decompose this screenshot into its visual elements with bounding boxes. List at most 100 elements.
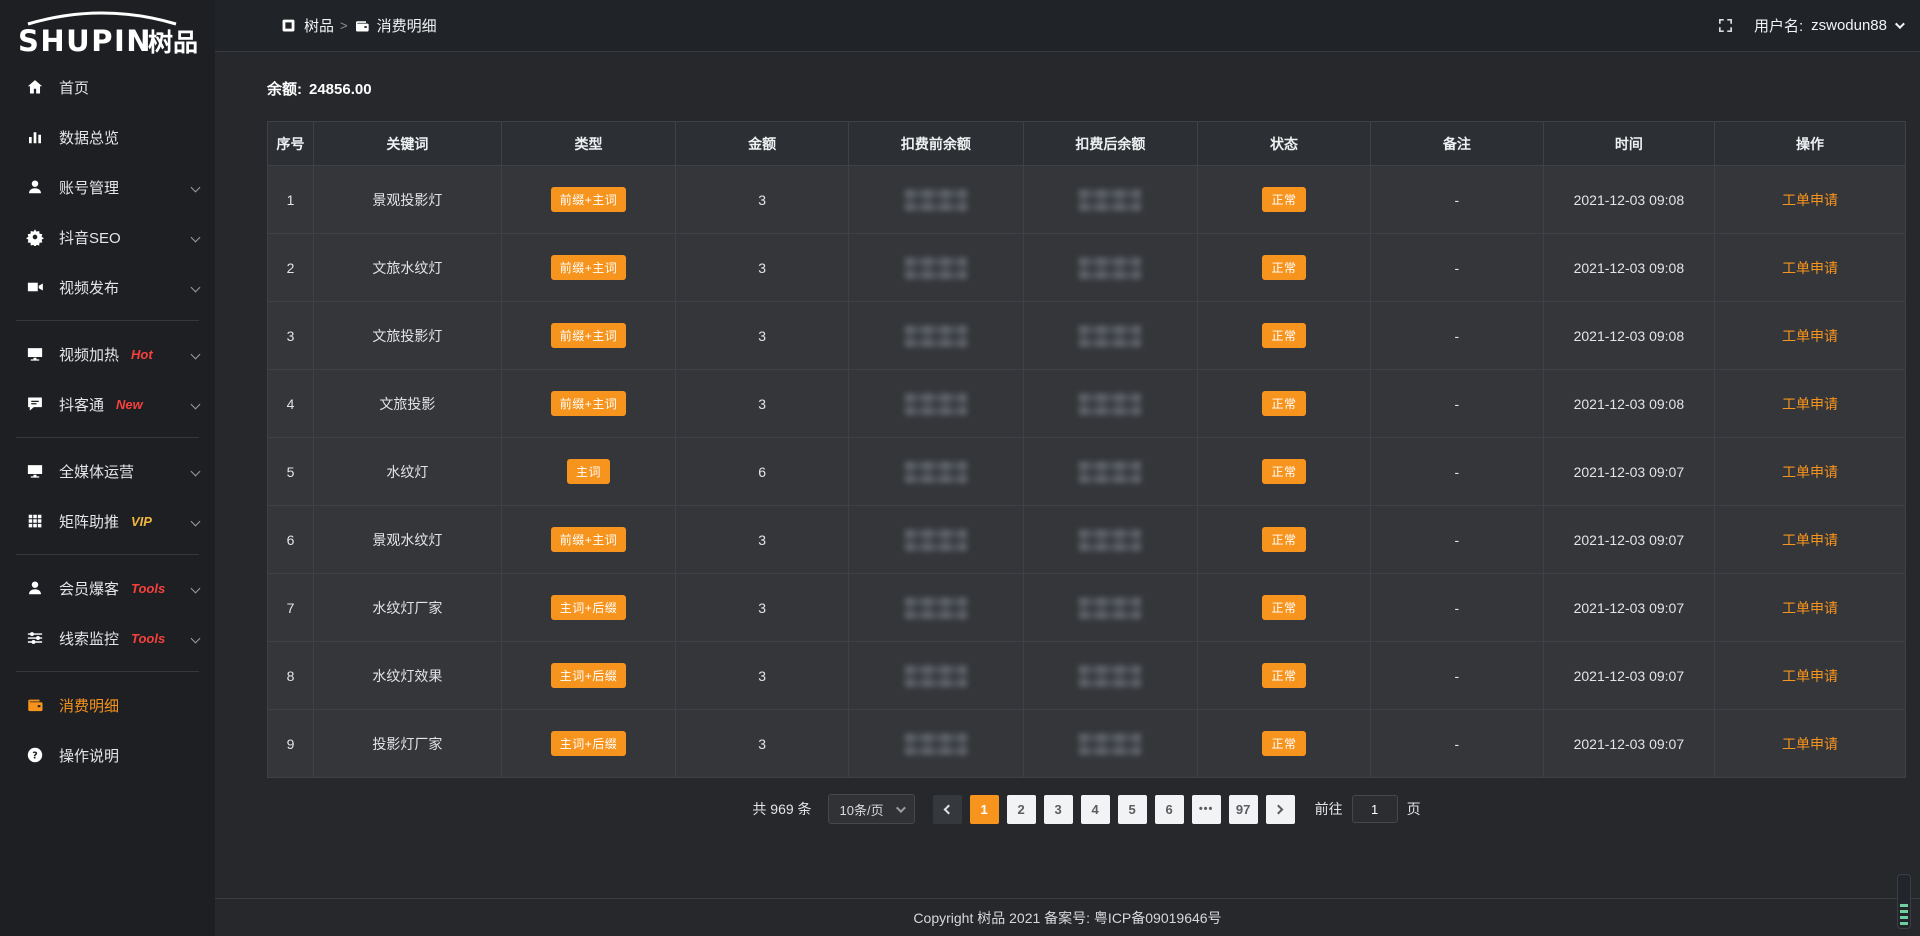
breadcrumb-item-current[interactable]: 消费明细 bbox=[354, 15, 437, 36]
balance-label: 余额: bbox=[267, 81, 302, 98]
copyright-text: Copyright 树品 2021 备案号: 粤ICP备09019646号 bbox=[913, 908, 1221, 928]
sidebar-item-tag: Tools bbox=[131, 631, 165, 646]
masked-value bbox=[905, 393, 967, 415]
page-4-button[interactable]: 4 bbox=[1081, 795, 1110, 824]
status-badge: 正常 bbox=[1262, 187, 1305, 212]
cell-amount: 3 bbox=[676, 302, 849, 370]
sidebar-item-video-publish[interactable]: 视频发布 bbox=[0, 262, 215, 312]
sidebar-item-operation-guide[interactable]: ?操作说明 bbox=[0, 730, 215, 780]
goto-label: 前往 bbox=[1315, 799, 1343, 819]
cell-index: 9 bbox=[268, 710, 314, 778]
sidebar-item-douyin-seo[interactable]: 抖音SEO bbox=[0, 212, 215, 262]
work-order-link[interactable]: 工单申请 bbox=[1782, 396, 1838, 412]
page-6-button[interactable]: 6 bbox=[1155, 795, 1184, 824]
cell-balance-before bbox=[849, 642, 1024, 710]
cell-remark: - bbox=[1370, 370, 1543, 438]
sidebar-divider bbox=[16, 554, 199, 555]
cell-amount: 3 bbox=[676, 370, 849, 438]
cell-action: 工单申请 bbox=[1714, 574, 1905, 642]
type-badge: 前缀+主词 bbox=[551, 391, 627, 416]
footer: Copyright 树品 2021 备案号: 粤ICP备09019646号 bbox=[215, 898, 1920, 936]
cell-action: 工单申请 bbox=[1714, 438, 1905, 506]
sidebar-item-home[interactable]: 首页 bbox=[0, 62, 215, 112]
sidebar-item-account-manage[interactable]: 账号管理 bbox=[0, 162, 215, 212]
page-size-select[interactable]: 10条/页 bbox=[828, 794, 915, 824]
sidebar-item-data-overview[interactable]: 数据总览 bbox=[0, 112, 215, 162]
cell-keyword: 水纹灯厂家 bbox=[314, 574, 502, 642]
sidebar-item-label: 抖客通 bbox=[59, 394, 104, 415]
sidebar: SHUPIN 树品 首页数据总览账号管理抖音SEO视频发布视频加热Hot抖客通N… bbox=[0, 0, 215, 936]
cell-index: 2 bbox=[268, 234, 314, 302]
masked-value bbox=[1079, 393, 1141, 415]
cell-keyword: 文旅水纹灯 bbox=[314, 234, 502, 302]
page-2-button[interactable]: 2 bbox=[1007, 795, 1036, 824]
chevron-down-icon bbox=[191, 282, 201, 292]
table-header-row: 序号关键词类型金额扣费前余额扣费后余额状态备注时间操作 bbox=[268, 122, 1906, 166]
page-97-button[interactable]: 97 bbox=[1229, 795, 1258, 824]
page-3-button[interactable]: 3 bbox=[1044, 795, 1073, 824]
brand-text-en: SHUPIN bbox=[18, 24, 152, 58]
chat-icon bbox=[26, 395, 46, 413]
sidebar-item-matrix-boost[interactable]: 矩阵助推VIP bbox=[0, 496, 215, 546]
work-order-link[interactable]: 工单申请 bbox=[1782, 736, 1838, 752]
cell-balance-after bbox=[1023, 642, 1198, 710]
sidebar-item-video-heat[interactable]: 视频加热Hot bbox=[0, 329, 215, 379]
work-order-link[interactable]: 工单申请 bbox=[1782, 192, 1838, 208]
work-order-link[interactable]: 工单申请 bbox=[1782, 328, 1838, 344]
page-more-button[interactable]: ••• bbox=[1192, 795, 1221, 824]
work-order-link[interactable]: 工单申请 bbox=[1782, 600, 1838, 616]
goto-suffix: 页 bbox=[1407, 799, 1421, 819]
cell-balance-after bbox=[1023, 710, 1198, 778]
status-badge: 正常 bbox=[1262, 663, 1305, 688]
goto-page-input[interactable] bbox=[1352, 795, 1398, 823]
cell-time: 2021-12-03 09:07 bbox=[1543, 438, 1714, 506]
cell-balance-after bbox=[1023, 438, 1198, 506]
cell-remark: - bbox=[1370, 166, 1543, 234]
cell-index: 6 bbox=[268, 506, 314, 574]
cell-balance-before bbox=[849, 438, 1024, 506]
work-order-link[interactable]: 工单申请 bbox=[1782, 668, 1838, 684]
cell-balance-after bbox=[1023, 234, 1198, 302]
status-badge: 正常 bbox=[1262, 459, 1305, 484]
sidebar-item-clue-monitor[interactable]: 线索监控Tools bbox=[0, 613, 215, 663]
table-row: 6景观水纹灯前缀+主词3正常-2021-12-03 09:07工单申请 bbox=[268, 506, 1906, 574]
username-value: zswodun88 bbox=[1811, 17, 1887, 34]
sidebar-item-media-operation[interactable]: 全媒体运营 bbox=[0, 446, 215, 496]
cell-keyword: 景观投影灯 bbox=[314, 166, 502, 234]
balance-value: 24856.00 bbox=[309, 81, 372, 98]
table-row: 9投影灯厂家主词+后缀3正常-2021-12-03 09:07工单申请 bbox=[268, 710, 1906, 778]
brand-logo-image: SHUPIN 树品 bbox=[12, 8, 208, 58]
brand-logo[interactable]: SHUPIN 树品 bbox=[0, 0, 215, 62]
work-order-link[interactable]: 工单申请 bbox=[1782, 260, 1838, 276]
type-badge: 前缀+主词 bbox=[551, 255, 627, 280]
masked-value bbox=[1079, 189, 1141, 211]
video-icon bbox=[26, 278, 46, 296]
cell-balance-before bbox=[849, 166, 1024, 234]
cell-remark: - bbox=[1370, 438, 1543, 506]
column-header: 操作 bbox=[1714, 122, 1905, 166]
user-dropdown[interactable]: 用户名: zswodun88 bbox=[1754, 15, 1902, 36]
sidebar-item-douketong[interactable]: 抖客通New bbox=[0, 379, 215, 429]
masked-value bbox=[905, 597, 967, 619]
svg-text:?: ? bbox=[32, 750, 37, 761]
breadcrumb-item-home[interactable]: 树品 bbox=[281, 15, 334, 36]
cell-time: 2021-12-03 09:08 bbox=[1543, 370, 1714, 438]
sidebar-item-member-baoke[interactable]: 会员爆客Tools bbox=[0, 563, 215, 613]
sidebar-item-consume-detail[interactable]: 消费明细 bbox=[0, 680, 215, 730]
sidebar-item-label: 视频加热 bbox=[59, 344, 119, 365]
masked-value bbox=[1079, 325, 1141, 347]
next-page-button[interactable] bbox=[1266, 795, 1295, 824]
prev-page-button[interactable] bbox=[933, 795, 962, 824]
breadcrumb-label: 树品 bbox=[304, 15, 334, 36]
fullscreen-icon[interactable] bbox=[1716, 16, 1736, 36]
status-badge: 正常 bbox=[1262, 391, 1305, 416]
work-order-link[interactable]: 工单申请 bbox=[1782, 464, 1838, 480]
work-order-link[interactable]: 工单申请 bbox=[1782, 532, 1838, 548]
cell-action: 工单申请 bbox=[1714, 506, 1905, 574]
browser-widget bbox=[1897, 874, 1911, 929]
sidebar-divider bbox=[16, 437, 199, 438]
content: 余额:24856.00 序号关键词类型金额扣费前余额扣费后余额状态备注时间操作 … bbox=[215, 52, 1920, 824]
page-1-button[interactable]: 1 bbox=[970, 795, 999, 824]
cell-type: 前缀+主词 bbox=[501, 370, 676, 438]
page-5-button[interactable]: 5 bbox=[1118, 795, 1147, 824]
